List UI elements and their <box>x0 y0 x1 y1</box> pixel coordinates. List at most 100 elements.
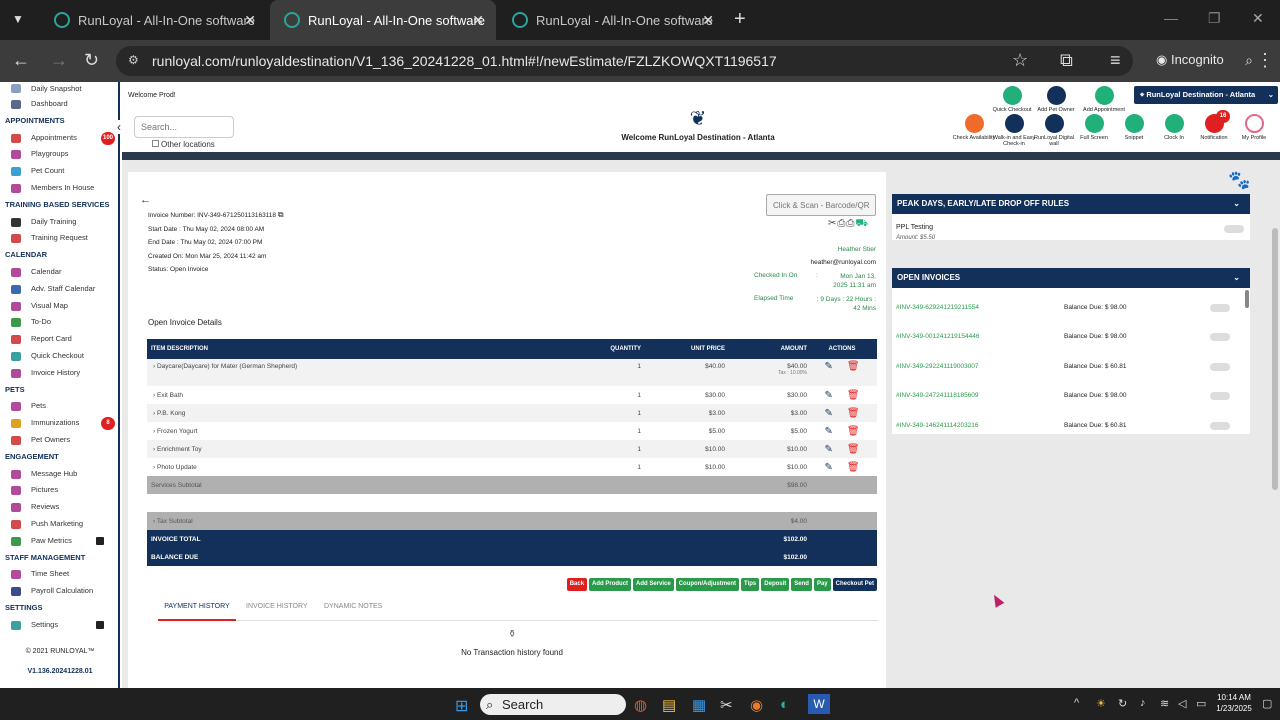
close-window-icon[interactable]: ✕ <box>1252 10 1264 27</box>
copy-icon[interactable]: ⧉ <box>278 210 284 219</box>
notification-center-icon[interactable]: ▢ <box>1262 697 1272 710</box>
sidebar-item-push-marketing[interactable]: Push Marketing <box>0 516 118 533</box>
delete-icon[interactable]: 🗑 <box>847 444 860 455</box>
volume-icon[interactable]: ◁ <box>1178 697 1186 710</box>
invoice-toggle[interactable] <box>1210 333 1230 341</box>
extensions-icon[interactable]: ⧉ <box>1060 50 1073 71</box>
edit-icon[interactable]: ✎ <box>824 390 832 401</box>
rule-toggle[interactable] <box>1224 225 1244 233</box>
sidebar-item-appointments[interactable]: Appointments 100 <box>0 130 118 147</box>
minimize-icon[interactable]: — <box>1164 10 1178 26</box>
edit-icon[interactable]: ✎ <box>824 426 832 437</box>
quick-checkout-action[interactable]: Quick Checkout <box>990 86 1034 113</box>
scissors-icon[interactable]: ✂ <box>828 218 837 229</box>
scrollbar-thumb[interactable] <box>1245 290 1249 308</box>
sidebar-item-report-card[interactable]: Report Card <box>0 331 118 348</box>
close-tab-icon[interactable]: ✕ <box>244 12 256 29</box>
sidebar-item-daily-snapshot[interactable]: Daily Snapshot <box>0 82 118 96</box>
close-tab-icon[interactable]: ✕ <box>472 12 484 29</box>
sidebar-item-training-request[interactable]: Training Request <box>0 230 118 247</box>
pay-button[interactable]: Pay <box>813 578 831 591</box>
notification-action[interactable]: Notification 16 <box>1192 110 1236 141</box>
page-scrollbar[interactable] <box>1272 228 1278 490</box>
deposit-button[interactable]: Deposit <box>761 578 790 591</box>
reload-icon[interactable]: ↻ <box>84 50 99 71</box>
store-icon[interactable]: ▦ <box>692 696 706 714</box>
open-invoice-row[interactable]: #INV-349-146241114203216 Balance Due: $ 6… <box>892 422 1250 434</box>
add-appointment-action[interactable]: Add Appointment <box>1082 86 1126 113</box>
open-invoice-row[interactable]: #INV-349-629241219211554 Balance Due: $ 9… <box>892 304 1250 318</box>
firefox-icon[interactable]: ◉ <box>750 696 763 714</box>
sidebar-item-daily-training[interactable]: Daily Training <box>0 214 118 231</box>
browser-menu-icon[interactable]: ⋮ <box>1256 50 1274 71</box>
back-icon[interactable]: ← <box>12 50 30 71</box>
taskbar-search[interactable]: ⌕ Search <box>480 694 626 715</box>
walk-in-action[interactable]: Walk-in and Easy Check-in <box>992 114 1036 147</box>
sidebar-item-paw-metrics[interactable]: Paw Metrics <box>0 533 118 550</box>
windows-start-icon[interactable]: ⊞ <box>455 696 468 716</box>
sidebar-item-adv-staff-calendar[interactable]: Adv. Staff Calendar <box>0 281 118 298</box>
my-profile-action[interactable]: My Profile <box>1232 114 1276 141</box>
browser-tab-3[interactable]: RunLoyal - All-In-One software ✕ <box>498 0 726 40</box>
file-explorer-icon[interactable]: ▤ <box>662 696 676 714</box>
invoice-toggle[interactable] <box>1210 422 1230 430</box>
sidebar-item-payroll[interactable]: Payroll Calculation <box>0 583 118 600</box>
full-screen-action[interactable]: Full Screen <box>1072 114 1116 141</box>
incognito-indicator[interactable]: ◉ Incognito <box>1156 52 1224 68</box>
tab-payment-history[interactable]: PAYMENT HISTORY <box>158 603 236 621</box>
sidebar-item-visual-map[interactable]: Visual Map <box>0 298 118 315</box>
edit-icon[interactable]: ✎ <box>824 361 832 372</box>
sidebar-item-immunizations[interactable]: Immunizations 8 <box>0 415 118 432</box>
invoice-toggle[interactable] <box>1210 304 1230 312</box>
tab-list-icon[interactable]: ▼ <box>12 12 24 26</box>
clock-in-action[interactable]: Clock In <box>1152 114 1196 141</box>
edit-icon[interactable]: ✎ <box>824 462 832 473</box>
delete-icon[interactable]: 🗑 <box>847 426 860 437</box>
invoice-link[interactable]: #INV-349-146241114203216 <box>896 422 979 429</box>
sidebar-item-reviews[interactable]: Reviews <box>0 499 118 516</box>
add-pet-owner-action[interactable]: Add Pet Owner <box>1034 86 1078 113</box>
close-tab-icon[interactable]: ✕ <box>702 12 714 29</box>
invoice-link[interactable]: #INV-349-247241118185609 <box>896 392 979 399</box>
cart-icon[interactable]: ⛟ <box>855 218 869 229</box>
sidebar-item-members-in-house[interactable]: Members In House <box>0 180 118 197</box>
location-selector[interactable]: ⌖ RunLoyal Destination - Atlanta ⌄ <box>1134 86 1278 104</box>
invoice-toggle[interactable] <box>1210 392 1230 400</box>
zoom-icon[interactable]: ⌕ <box>1245 52 1253 69</box>
add-product-button[interactable]: Add Product <box>589 578 632 591</box>
sidebar-item-calendar[interactable]: Calendar <box>0 264 118 281</box>
open-invoice-row[interactable]: #INV-349-292241119003007 Balance Due: $ 6… <box>892 363 1250 377</box>
add-service-button[interactable]: Add Service <box>633 578 674 591</box>
open-invoice-row[interactable]: #INV-349-247241118185609 Balance Due: $ 9… <box>892 392 1250 406</box>
open-invoice-row[interactable]: #INV-349-001241219154446 Balance Due: $ 9… <box>892 333 1250 347</box>
media-icon[interactable]: ≡ <box>1110 50 1121 71</box>
digital-wall-action[interactable]: RunLoyal Digital wall <box>1032 114 1076 147</box>
edit-icon[interactable]: ✎ <box>824 444 832 455</box>
chrome-app-icon[interactable]: ◍ <box>634 696 647 714</box>
tray-overflow-icon[interactable]: ^ <box>1074 697 1079 709</box>
new-tab-icon[interactable]: + <box>734 8 746 31</box>
back-arrow-icon[interactable]: ← <box>140 194 151 206</box>
edge-icon[interactable]: ◐ <box>780 696 789 713</box>
sidebar-item-todo[interactable]: To-Do <box>0 314 118 331</box>
send-button[interactable]: Send <box>791 578 812 591</box>
sidebar-item-pets[interactable]: Pets <box>0 398 118 415</box>
coupon-adjustment-button[interactable]: Coupon/Adjustment <box>675 578 740 591</box>
delete-icon[interactable]: 🗑 <box>847 408 860 419</box>
sidebar-item-message-hub[interactable]: Message Hub <box>0 466 118 483</box>
word-icon[interactable]: W <box>808 694 830 714</box>
checkout-pet-button[interactable]: Checkout Pet <box>832 578 877 591</box>
site-info-icon[interactable]: ⚙ <box>128 53 139 67</box>
weather-icon[interactable]: ☀ <box>1096 697 1106 710</box>
delete-icon[interactable]: 🗑 <box>847 361 860 372</box>
browser-tab-2[interactable]: RunLoyal - All-In-One software ✕ <box>270 0 496 40</box>
sidebar-item-pet-owners[interactable]: Pet Owners <box>0 432 118 449</box>
check-availability-action[interactable]: Check Availability <box>952 114 996 141</box>
invoice-link[interactable]: #INV-349-001241219154446 <box>896 333 980 340</box>
sidebar-item-invoice-history[interactable]: Invoice History <box>0 365 118 382</box>
forward-icon[interactable]: → <box>50 50 68 71</box>
mic-icon[interactable]: ♪ <box>1140 697 1146 709</box>
other-locations-checkbox[interactable]: Other locations <box>152 140 215 149</box>
back-button[interactable]: Back <box>566 578 588 591</box>
sidebar-item-playgroups[interactable]: Playgroups <box>0 146 118 163</box>
